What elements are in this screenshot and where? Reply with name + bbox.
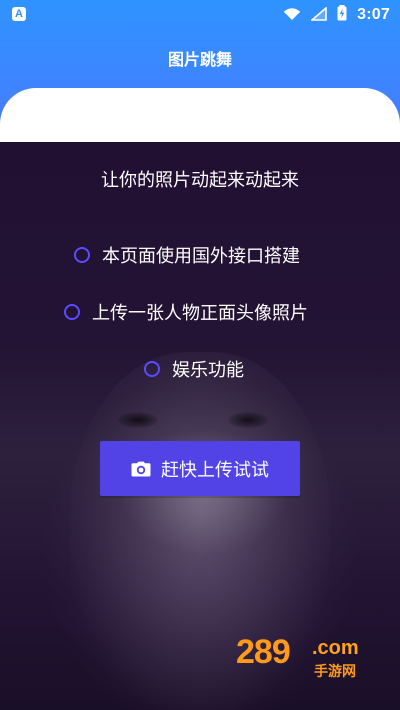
watermark-logo: 289 .com 手游网 [236, 633, 386, 683]
page-title: 图片跳舞 [167, 50, 232, 69]
battery-charging-icon [337, 5, 347, 25]
upload-button[interactable]: 赶快上传试试 [100, 441, 300, 496]
feature-text: 上传一张人物正面头像照片 [92, 303, 308, 324]
radio-circle-icon [74, 247, 90, 263]
watermark-domain: .com [312, 637, 359, 659]
feature-text: 本页面使用国外接口搭建 [102, 246, 300, 267]
radio-circle-icon [144, 361, 160, 377]
camera-icon [131, 461, 151, 477]
cell-signal-icon [310, 5, 327, 25]
status-time: 3:07 [357, 6, 390, 23]
headline: 让你的照片动起来动起来 [101, 170, 299, 191]
feature-item: 娱乐功能 [144, 356, 244, 382]
feature-text: 娱乐功能 [172, 360, 244, 381]
feature-item: 本页面使用国外接口搭建 [74, 242, 300, 268]
status-right: 3:07 [283, 5, 390, 25]
portrait-left-eye [118, 412, 158, 428]
watermark-subtitle: 手游网 [314, 664, 356, 680]
radio-circle-icon [64, 304, 80, 320]
feature-item: 上传一张人物正面头像照片 [64, 299, 308, 325]
upload-button-label: 赶快上传试试 [161, 459, 269, 481]
portrait-background [0, 142, 400, 710]
app-notification-icon: A [12, 7, 26, 21]
portrait-right-eye [228, 412, 268, 428]
wifi-icon [283, 6, 301, 25]
status-bar: A 3:07 [0, 0, 400, 30]
watermark-number: 289 [236, 633, 291, 671]
